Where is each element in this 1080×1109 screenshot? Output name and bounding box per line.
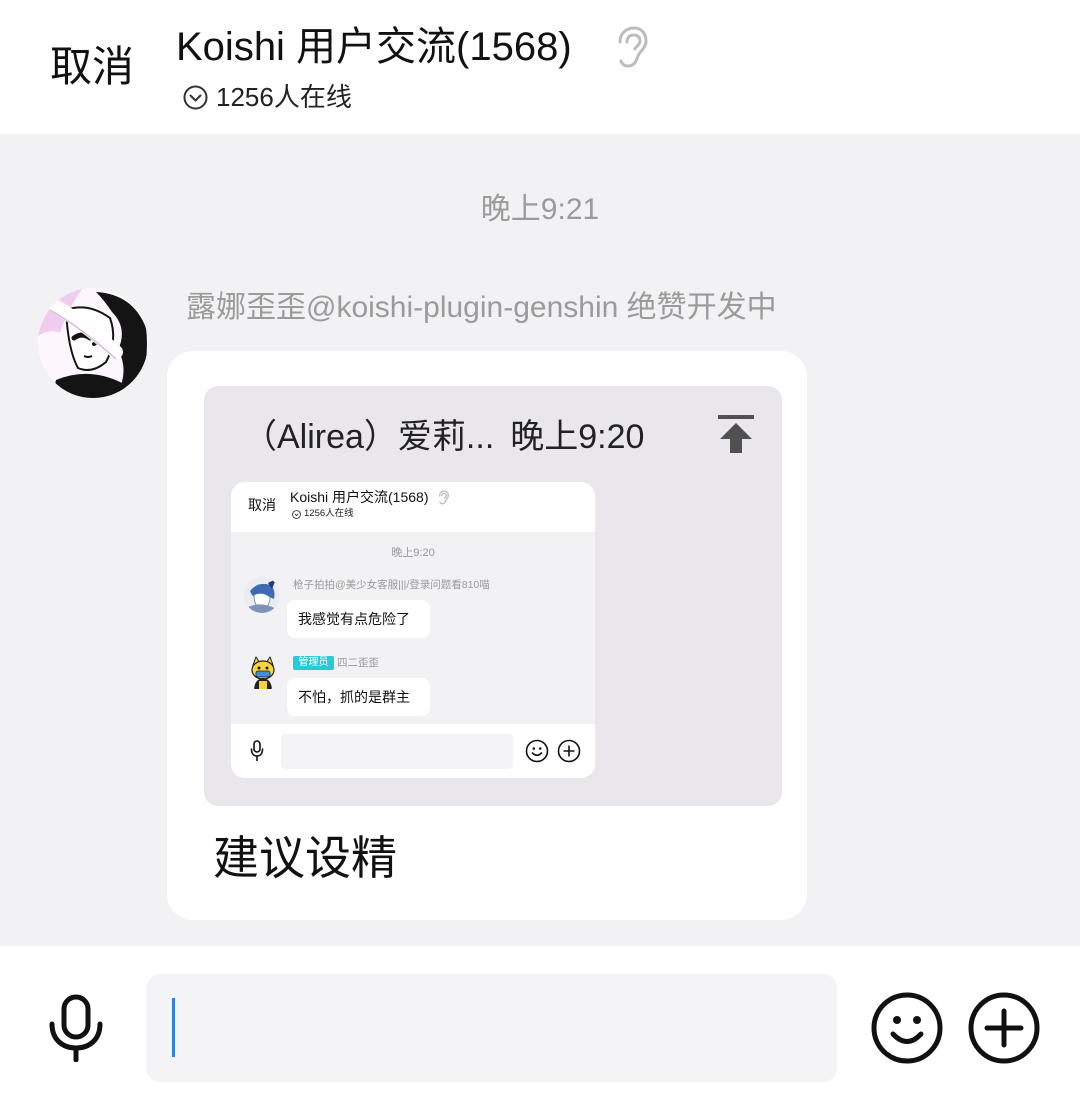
screenshot-input-bar bbox=[231, 724, 595, 778]
screenshot-online-count: 1256人在线 bbox=[304, 508, 354, 519]
screenshot-message-input bbox=[281, 734, 513, 769]
online-members[interactable]: 1256人在线 bbox=[183, 80, 352, 114]
screenshot-timestamp: 晚上9:20 bbox=[391, 547, 435, 559]
microphone-icon[interactable] bbox=[48, 994, 104, 1062]
online-count: 1256人在线 bbox=[216, 82, 352, 112]
screenshot-sender-name: 枪子拍拍@美少女客服|||/登录问题看810喵 bbox=[293, 579, 490, 591]
group-title: Koishi 用户交流(1568) bbox=[176, 25, 572, 69]
screenshot-message-bubble: 我感觉有点危险了 bbox=[287, 600, 430, 638]
chevron-down-circle-icon bbox=[292, 509, 301, 519]
screenshot-title: Koishi 用户交流(1568) bbox=[290, 489, 429, 505]
screenshot-image[interactable]: 取消 Koishi 用户交流(1568) 1256人在线 晚上9:20 枪子拍拍… bbox=[231, 482, 595, 778]
message-text: 建议设精 bbox=[213, 832, 397, 884]
text-cursor bbox=[172, 998, 175, 1057]
plus-circle-icon[interactable] bbox=[968, 992, 1040, 1064]
scroll-to-top-icon[interactable] bbox=[718, 415, 754, 453]
message-input-container[interactable] bbox=[146, 974, 837, 1082]
screenshot-avatar bbox=[245, 655, 281, 691]
screenshot-cancel-label: 取消 bbox=[248, 497, 276, 513]
screenshot-online-row: 1256人在线 bbox=[292, 508, 354, 520]
quote-header: （Alirea）爱莉... 晚上9:20 bbox=[243, 415, 644, 459]
message-timestamp: 晚上9:21 bbox=[480, 193, 600, 226]
screenshot-sender-name: 四二歪歪 bbox=[337, 657, 379, 669]
admin-badge: 管理员 bbox=[293, 656, 334, 670]
avatar[interactable] bbox=[38, 288, 148, 398]
quote-author: （Alirea）爱莉... bbox=[243, 418, 495, 456]
screenshot-header: 取消 Koishi 用户交流(1568) 1256人在线 bbox=[231, 482, 595, 532]
smiley-icon[interactable] bbox=[871, 992, 943, 1064]
ear-icon bbox=[437, 490, 449, 505]
chevron-down-circle-icon bbox=[183, 85, 208, 110]
message-input[interactable] bbox=[146, 974, 837, 1082]
microphone-icon bbox=[250, 740, 264, 763]
quoted-message[interactable]: （Alirea）爱莉... 晚上9:20 取消 Koishi 用户交流(1568) bbox=[204, 386, 782, 806]
quote-time: 晚上9:20 bbox=[510, 418, 645, 456]
message-bubble[interactable]: （Alirea）爱莉... 晚上9:20 取消 Koishi 用户交流(1568) bbox=[167, 351, 807, 920]
chat-header: 取消 Koishi 用户交流(1568) 1256人在线 bbox=[0, 0, 1080, 134]
composer-bar bbox=[0, 946, 1080, 1109]
plus-circle-icon bbox=[557, 739, 581, 763]
smiley-icon bbox=[525, 739, 549, 763]
screenshot-avatar bbox=[244, 577, 280, 613]
sender-name: 露娜歪歪@koishi-plugin-genshin 绝赞开发中 bbox=[186, 291, 777, 324]
screenshot-message-bubble: 不怕，抓的是群主 bbox=[287, 678, 430, 716]
cancel-button[interactable]: 取消 bbox=[50, 39, 134, 95]
ear-icon bbox=[612, 26, 648, 68]
